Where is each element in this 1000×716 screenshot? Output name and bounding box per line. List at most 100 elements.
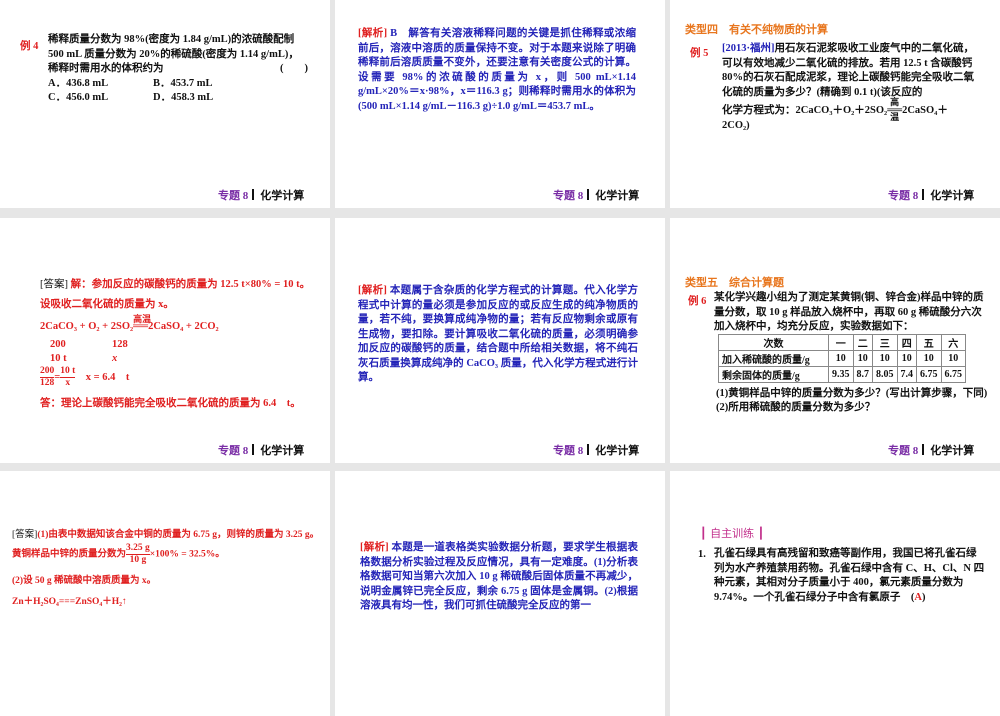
fraction-denominator: 128: [40, 378, 55, 388]
section-heading: 类型五 综合计算题: [685, 277, 784, 289]
answer-text: 解：参加反应的碳酸钙的质量为 12.5 t×80% = 10 t。: [70, 279, 311, 290]
footer-title: 化学计算: [595, 445, 640, 457]
slide-self-practice[interactable]: ┃ 自主训练 ┃ 1. 孔雀石绿具有高残留和致癌等副作用，我国已将孔雀石绿列为水…: [670, 471, 1000, 716]
analysis-body: 本题属于含杂质的化学方程式的计算题。代入化学方程式中计算的量必须是参加反应的或反…: [358, 285, 639, 383]
answer-line-1: [答案] 解：参加反应的碳酸钙的质量为 12.5 t×80% = 10 t。: [40, 276, 310, 291]
slide-footer: 专题 8 化学计算: [888, 442, 974, 458]
table-header: 五: [916, 334, 942, 351]
option-a: A．436.8 mL: [48, 77, 109, 89]
table-cell: 10: [916, 350, 942, 367]
example-label: 例 6: [688, 296, 707, 307]
fraction-numerator: 3.25 g: [126, 543, 150, 555]
slide-answer-5[interactable]: [答案] 解：参加反应的碳酸钙的质量为 12.5 t×80% = 10 t。 设…: [0, 218, 330, 463]
footer-title: 化学计算: [595, 190, 640, 202]
slide-analysis-6[interactable]: [解析] 本题是一道表格类实验数据分析题，要求学生根据表格数据分析实验过程及反应…: [335, 471, 665, 716]
data-table: 次数一二三四五六 加入稀硫酸的质量/g 10 10 10 10 10 10 剩余固体的质量/…: [718, 334, 966, 383]
equation-left: 化学方程式为：2CaCO₃＋O₂＋2SO₂: [722, 105, 888, 116]
answer-letter: A: [914, 591, 922, 603]
question-line: 稀释时需用水的体积约为: [48, 63, 164, 74]
equation-right: 2CaSO₄ + 2CO₂: [148, 321, 219, 332]
footer-divider: [922, 189, 925, 200]
table-cell: 10: [896, 350, 917, 367]
answer-blank: ( ): [280, 63, 308, 74]
table-cell: 7.4: [896, 366, 917, 383]
sub-question-2: (2)所用稀硫酸的质量分数为多少？: [716, 402, 876, 413]
ratio-value: 128: [112, 339, 128, 350]
slide-example-4[interactable]: 例 4 稀释质量分数为 98%(密度为 1.84 g/mL)的浓硫酸配制 500…: [0, 0, 330, 208]
footer-topic: 专题 8: [553, 190, 584, 202]
example-label: 例 4: [20, 41, 39, 52]
fraction-numerator: 10 t: [60, 366, 76, 378]
question-line: 稀释质量分数为 98%(密度为 1.84 g/mL)的浓硫酸配制: [48, 34, 295, 45]
equation: 2CaCO₃ + O₂ + 2SO₂══ 高温 2CaSO₄ + 2CO₂: [40, 314, 219, 332]
option-b: B．453.7 mL: [153, 77, 213, 89]
footer-divider: [252, 189, 255, 200]
footer-title: 化学计算: [930, 190, 975, 202]
proportion: 200 128 = 10 tx x = 6.4 t: [40, 366, 130, 388]
equation-end: 2CO₂): [722, 119, 750, 131]
analysis-body: 本题是一道表格类实验数据分析题，要求学生根据表格数据分析实验过程及反应情况，具有…: [360, 542, 639, 611]
slide-footer: 专题 8 化学计算: [888, 187, 974, 203]
footer-topic: 专题 8: [888, 190, 919, 202]
table-cell: 9.35: [828, 366, 854, 383]
answer-line-2: 设吸收二氧化硫的质量为 x。: [40, 299, 174, 310]
example-label: 例 5: [690, 48, 709, 59]
question-line: 500 mL 质量分数为 20%的稀硫酸(密度为 1.14 g/mL)，: [48, 48, 299, 60]
table-cell: 10: [872, 350, 898, 367]
table-cell: 6.75: [940, 366, 966, 383]
footer-divider: [587, 189, 590, 200]
answer-text: 黄铜样品中锌的质量分数为: [12, 549, 127, 560]
fraction-numerator: 200: [40, 366, 55, 378]
slide-footer: 专题 8 化学计算: [553, 187, 639, 203]
section-heading: 类型四 有关不纯物质的计算: [685, 24, 828, 36]
analysis-text: [解析] 本题是一道表格类实验数据分析题，要求学生根据表格数据分析实验过程及反应…: [360, 541, 638, 614]
slide-example-5[interactable]: 类型四 有关不纯物质的计算 例 5 [2013·福州]用石灰石泥浆吸收工业废气中…: [670, 0, 1000, 208]
equation-right: 2CaSO₄＋: [902, 105, 948, 116]
section-heading: ┃ 自主训练 ┃: [700, 527, 765, 540]
reaction-condition: 高温: [133, 314, 152, 324]
slide-analysis-4[interactable]: [解析] B 解答有关溶液稀释问题的关键是抓住稀释或浓缩前后，溶液中溶质的质量保…: [335, 0, 665, 208]
analysis-tag: [解析]: [360, 542, 389, 553]
source-tag: [2013·福州]: [722, 43, 775, 54]
sub-question-1: (1)黄铜样品中锌的质量分数为多少？(写出计算步骤，下同): [716, 388, 988, 399]
slide-analysis-5[interactable]: [解析] 本题属于含杂质的化学方程式的计算题。代入化学方程式中计算的量必须是参加…: [335, 218, 665, 463]
answer-letter: B: [390, 28, 398, 39]
table-row: 剩余固体的质量/g 9.35 8.7 8.05 7.4 6.75 6.75: [718, 366, 966, 383]
section-title: 自主训练: [710, 527, 755, 540]
footer-title: 化学计算: [260, 190, 305, 202]
answer-tag: [答案]: [40, 279, 68, 290]
analysis-tag: [解析]: [358, 285, 387, 296]
answer-tag: [答案]: [12, 530, 38, 540]
footer-divider: [252, 444, 255, 455]
fraction-denominator: x: [65, 378, 71, 388]
question-text: 某化学兴趣小组为了测定某黄铜(铜、锌合金)样品中锌的质量分数，取 10 g 样品…: [714, 292, 984, 332]
footer-title: 化学计算: [260, 445, 305, 457]
table-header: 一: [828, 334, 854, 351]
table-cell: 8.7: [852, 366, 873, 383]
table-cell: 8.05: [872, 366, 898, 383]
table-row: 加入稀硫酸的质量/g 10 10 10 10 10 10: [718, 350, 966, 367]
table-header: 三: [872, 334, 898, 351]
slide-example-6[interactable]: 类型五 综合计算题 例 6 某化学兴趣小组为了测定某黄铜(铜、锌合金)样品中锌的…: [670, 218, 1000, 463]
footer-topic: 专题 8: [888, 445, 919, 457]
answer-text: ×100% = 32.5%。: [149, 549, 225, 560]
table-header: 次数: [718, 334, 829, 351]
table-cell: 剩余固体的质量/g: [718, 366, 829, 383]
analysis-text: [解析] 本题属于含杂质的化学方程式的计算题。代入化学方程式中计算的量必须是参加…: [358, 284, 638, 386]
answer-line-3: (2)设 50 g 稀硫酸中溶质质量为 x。: [12, 576, 157, 586]
option-d: D．458.3 mL: [153, 92, 214, 103]
footer-topic: 专题 8: [218, 445, 249, 457]
table-cell: 10: [828, 350, 854, 367]
ratio-value: 10 t: [50, 353, 67, 364]
analysis-body: 解答有关溶液稀释问题的关键是抓住稀释或浓缩前后，溶液中溶质的质量保持不变。对于本…: [358, 28, 637, 112]
footer-topic: 专题 8: [553, 445, 584, 457]
table-header: 四: [896, 334, 917, 351]
table-header-row: 次数一二三四五六: [718, 334, 966, 351]
slide-answer-6[interactable]: [答案](1)由表中数据知该合金中铜的质量为 6.75 g，则锌的质量为 3.2…: [0, 471, 330, 716]
question-body: 孔雀石绿具有高残留和致癌等副作用，我国已将孔雀石绿列为水产养殖禁用药物。孔雀石绿…: [714, 548, 985, 603]
footer-title: 化学计算: [930, 445, 975, 457]
table-cell: 10: [940, 350, 966, 367]
analysis-text: [解析] B 解答有关溶液稀释问题的关键是抓住稀释或浓缩前后，溶液中溶质的质量保…: [358, 27, 636, 114]
analysis-tag: [解析]: [358, 28, 388, 39]
slide-footer: 专题 8 化学计算: [218, 442, 304, 458]
